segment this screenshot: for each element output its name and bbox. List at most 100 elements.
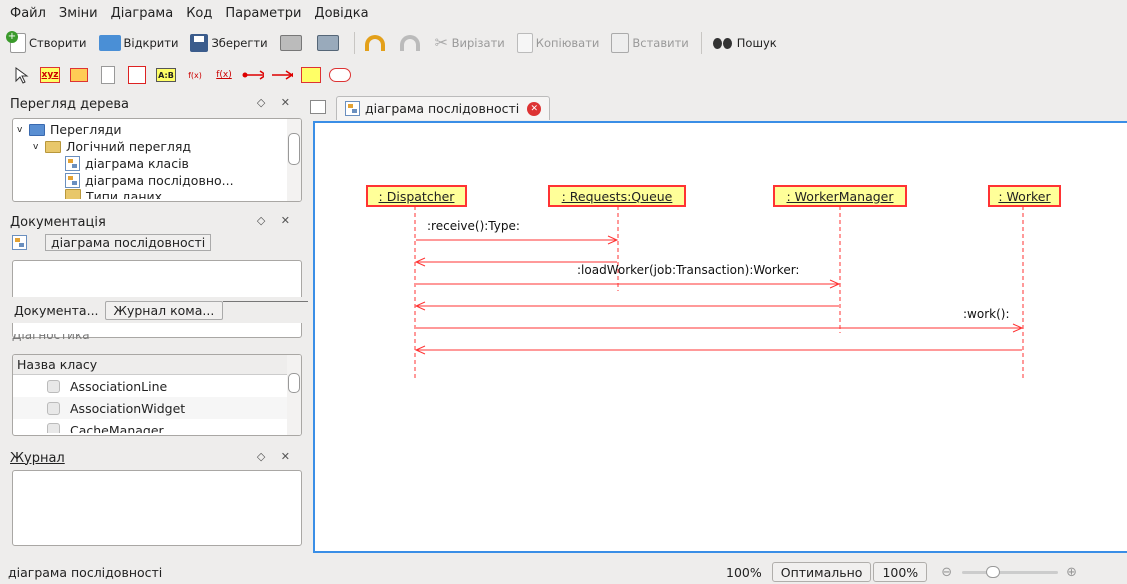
diagram-icon — [12, 235, 27, 250]
menu-code[interactable]: Код — [186, 6, 212, 21]
tree-scrollbar[interactable] — [287, 119, 301, 201]
expand-chevron-icon[interactable]: v — [17, 125, 27, 135]
fragment-icon — [301, 67, 321, 83]
lifeline-box-requests-queue[interactable]: : Requests:Queue — [548, 185, 686, 207]
tab-sequence-diagram[interactable]: діаграма послідовності ✕ — [336, 96, 551, 120]
text-ab-icon: A:B — [156, 68, 176, 82]
documentation-title: Документація — [10, 214, 106, 230]
note-tool[interactable] — [97, 64, 119, 86]
message-label-receive[interactable]: :receive():Type: — [427, 219, 520, 233]
multi-object-tool[interactable] — [68, 64, 90, 86]
zoom-slider-handle[interactable] — [986, 566, 1001, 578]
search-button[interactable]: Пошук — [712, 36, 777, 50]
documentation-diagram-name: діаграма послідовності — [45, 234, 212, 251]
menu-file[interactable]: Файл — [10, 6, 46, 21]
diagram-canvas[interactable]: : Dispatcher : Requests:Queue : WorkerMa… — [313, 121, 1127, 553]
menu-bar: Файл Зміни Діаграма Код Параметри Довідк… — [0, 0, 1127, 26]
lifeline-box-worker[interactable]: : Worker — [988, 185, 1061, 207]
select-arrow-tool[interactable] — [10, 64, 32, 86]
message-label-work[interactable]: :work(): — [963, 307, 1010, 321]
lost-message-tool[interactable] — [271, 64, 293, 86]
main-toolbar: + Створити Відкрити Зберегти ✂ Вирізати … — [0, 26, 1127, 60]
class-list-header[interactable]: Назва класу — [13, 355, 301, 375]
open-button[interactable]: Відкрити — [98, 35, 179, 51]
zoom-in-icon[interactable]: ⊕ — [1066, 565, 1077, 580]
diagram-icon — [65, 156, 80, 171]
menu-edit[interactable]: Зміни — [59, 6, 98, 21]
zoom-slider[interactable] — [962, 566, 1059, 578]
hidden-panel-title: Діагностика — [12, 334, 90, 342]
sync-message-tool[interactable]: f(x) — [184, 64, 206, 86]
menu-settings[interactable]: Параметри — [225, 6, 301, 21]
zoom-optimal-button[interactable]: Оптимально — [771, 562, 872, 582]
combined-fragment-tool[interactable] — [300, 64, 322, 86]
new-tab-icon[interactable] — [310, 100, 326, 114]
copy-button[interactable]: Копіювати — [516, 33, 600, 53]
tree-item-sequence-diagram[interactable]: діаграма послідовно... — [17, 172, 297, 189]
save-icon — [190, 34, 209, 52]
panel-float-close-icons[interactable]: ◇ ✕ — [257, 214, 296, 227]
redo-button[interactable] — [399, 35, 423, 51]
tree-item-class-diagram[interactable]: діаграма класів — [17, 155, 297, 172]
scroll-thumb[interactable] — [288, 133, 300, 165]
paste-button[interactable]: Вставити — [611, 33, 689, 53]
object-tool[interactable]: xyz — [39, 64, 61, 86]
state-tool[interactable] — [329, 64, 351, 86]
print-preview-button[interactable] — [316, 35, 342, 51]
documentation-title-bar: Документація ◇ ✕ — [4, 210, 304, 234]
tree-view-title-bar: Перегляд дерева ◇ ✕ — [4, 92, 304, 116]
message-work[interactable] — [416, 323, 1024, 333]
scroll-thumb[interactable] — [288, 373, 300, 393]
cut-button[interactable]: ✂ Вирізати — [435, 34, 505, 52]
zoom-out-icon[interactable]: ⊖ — [941, 565, 952, 580]
message-label-load-worker[interactable]: :loadWorker(job:Transaction):Worker: — [577, 263, 799, 277]
object-xyz-icon: xyz — [40, 67, 60, 83]
box-tool[interactable] — [126, 64, 148, 86]
class-list-item[interactable]: AssociationWidget — [13, 397, 301, 419]
tab-command-log[interactable]: Журнал кома... — [104, 300, 224, 320]
panel-float-close-icons[interactable]: ◇ ✕ — [257, 96, 296, 109]
panel-float-close-icons[interactable]: ◇ ✕ — [257, 450, 296, 463]
new-button[interactable]: + Створити — [6, 31, 87, 53]
paste-label: Вставити — [632, 36, 689, 50]
found-message-icon — [242, 70, 264, 80]
async-message-tool[interactable]: f(x) — [213, 64, 235, 86]
open-folder-icon — [98, 35, 121, 51]
copy-label: Копіювати — [535, 36, 600, 50]
zoom-100-button[interactable]: 100% — [873, 562, 928, 582]
menu-help[interactable]: Довідка — [314, 6, 368, 21]
class-checkbox[interactable] — [47, 423, 60, 433]
class-checkbox[interactable] — [47, 401, 60, 415]
close-tab-icon[interactable]: ✕ — [527, 101, 542, 116]
message-receive[interactable] — [416, 235, 619, 245]
return-work[interactable] — [414, 345, 1022, 355]
open-label: Відкрити — [123, 36, 179, 50]
journal-text-area[interactable] — [12, 470, 302, 546]
status-text: діаграма послідовності — [8, 564, 163, 580]
undo-button[interactable] — [364, 35, 388, 51]
found-message-tool[interactable] — [242, 64, 264, 86]
print-button[interactable] — [279, 35, 305, 51]
box-icon — [128, 66, 146, 84]
folder-icon — [45, 140, 61, 153]
lifeline-box-dispatcher[interactable]: : Dispatcher — [366, 185, 467, 207]
tree-item-views[interactable]: v Перегляди — [17, 121, 297, 138]
tree-item-datatypes[interactable]: Типи даних — [17, 189, 297, 199]
toolbar-separator — [353, 32, 355, 54]
message-load-worker[interactable] — [416, 279, 841, 289]
tree-item-logical-view[interactable]: v Логічний перегляд — [17, 138, 297, 155]
save-button[interactable]: Зберегти — [190, 34, 268, 52]
text-tool[interactable]: A:B — [155, 64, 177, 86]
journal-title: Журнал — [10, 450, 65, 466]
class-checkbox[interactable] — [47, 379, 60, 393]
menu-diagram[interactable]: Діаграма — [111, 6, 174, 21]
diagram-toolbar: xyz A:B f(x) f(x) — [0, 60, 1127, 90]
lifeline-box-worker-manager[interactable]: : WorkerManager — [773, 185, 907, 207]
expand-chevron-icon[interactable]: v — [33, 142, 43, 152]
tab-documentation[interactable]: Документа... — [8, 303, 105, 318]
tab-separator-line — [223, 300, 308, 302]
class-list-scrollbar[interactable] — [287, 355, 301, 435]
class-list-item[interactable]: AssociationLine — [13, 375, 301, 397]
class-list-item[interactable]: CacheManager — [13, 419, 301, 433]
return-load-worker[interactable] — [414, 301, 839, 311]
